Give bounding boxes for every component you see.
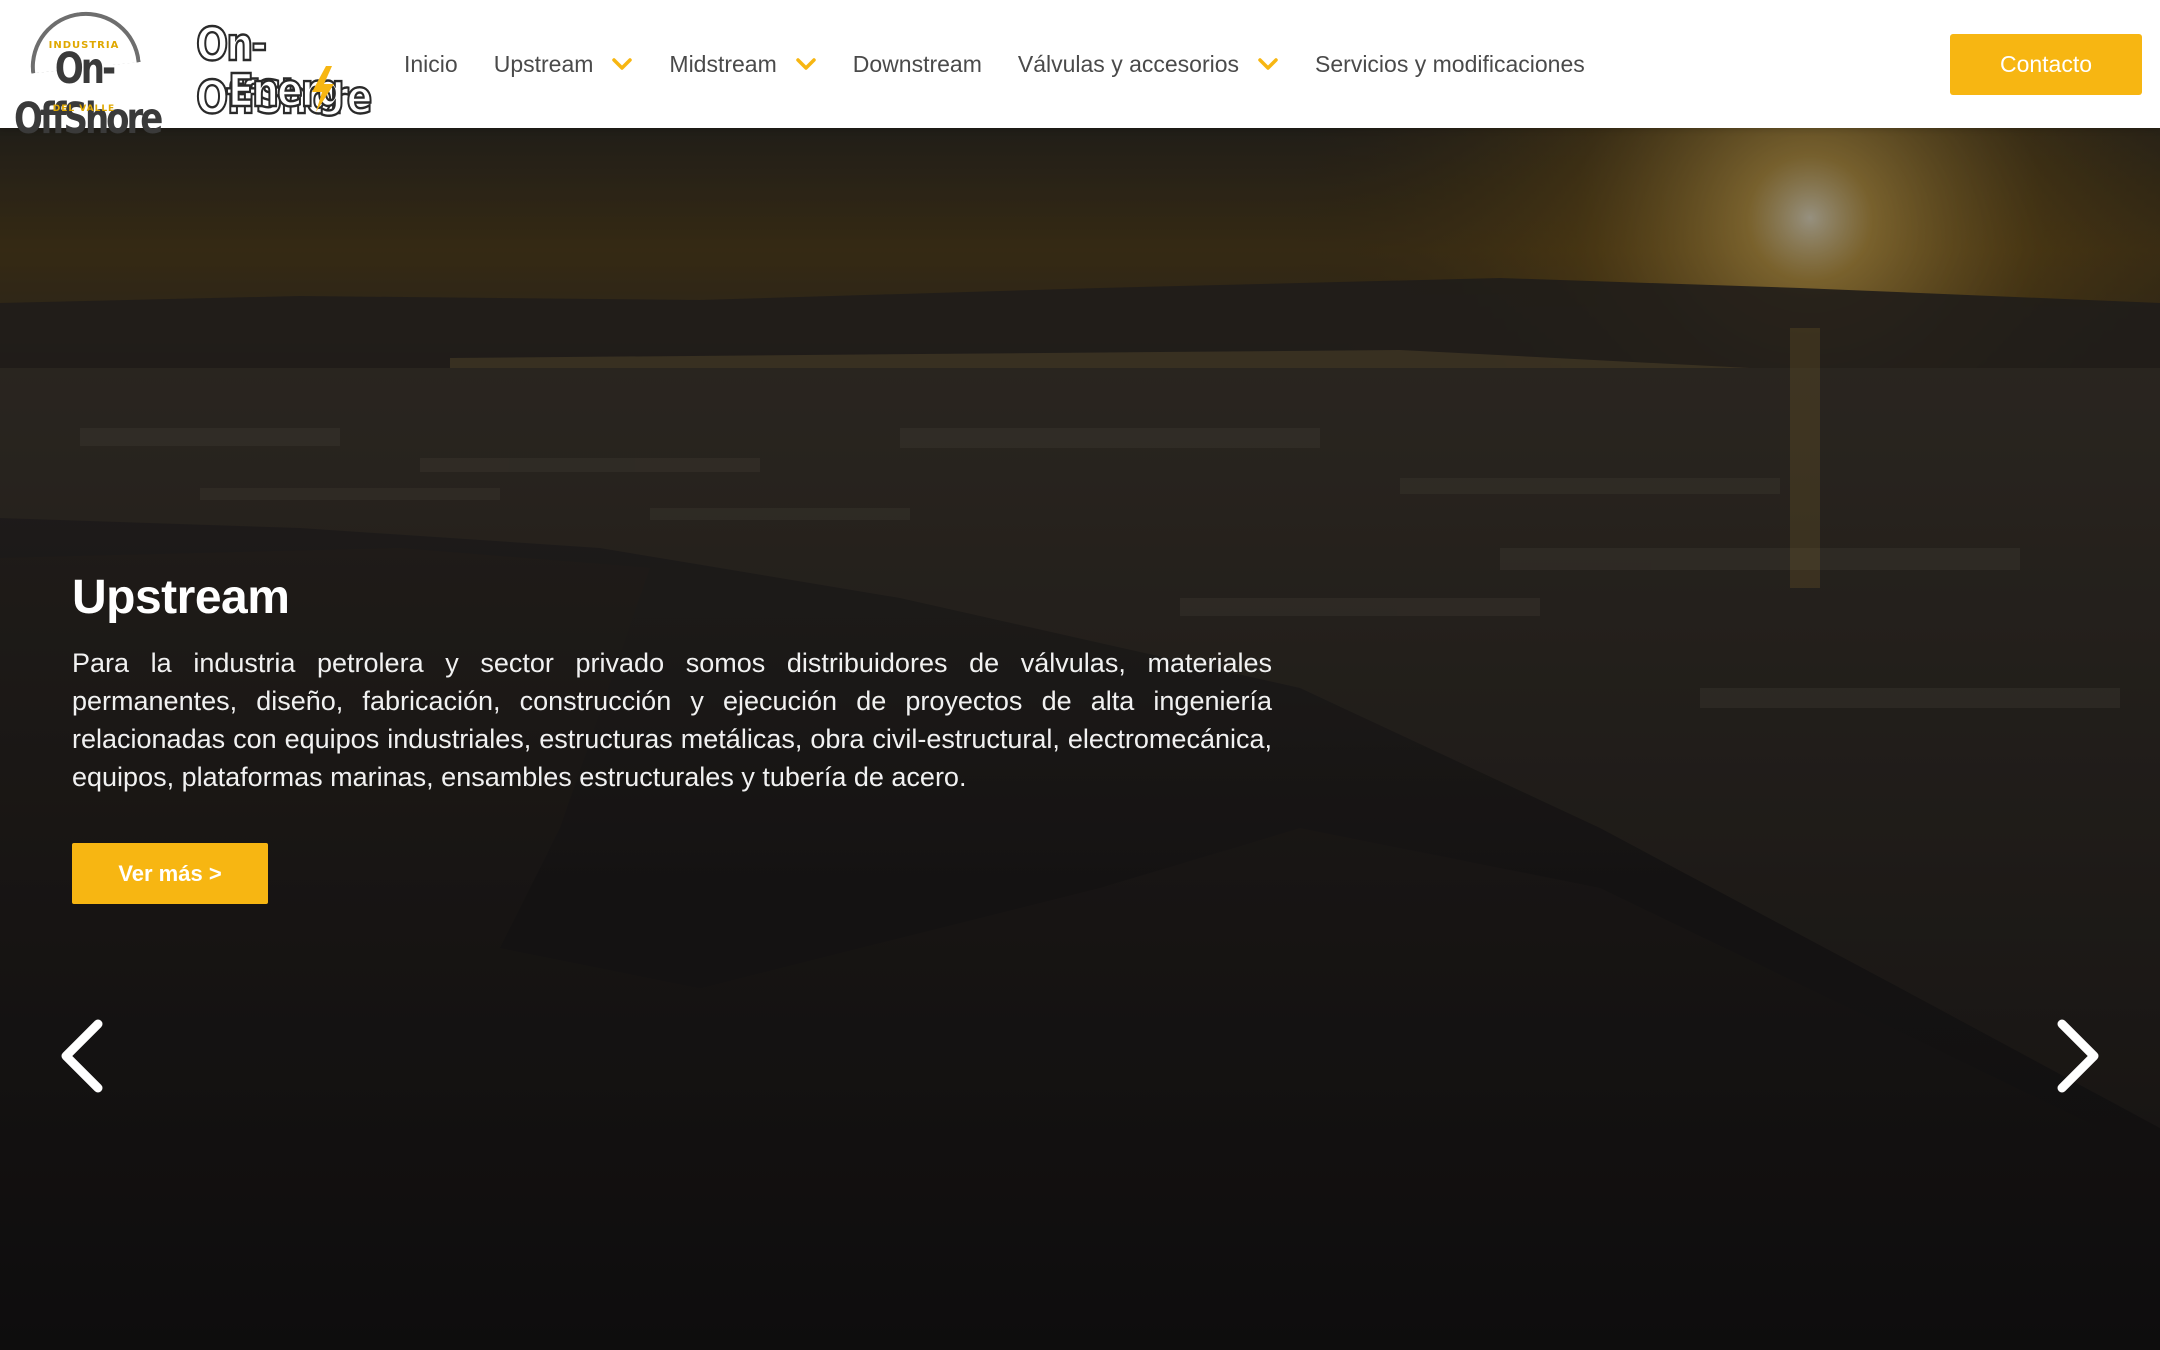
- hero-slider: Upstream Para la industria petrolera y s…: [0, 128, 2160, 1350]
- logo-bottom-text: DEL VALLE: [52, 104, 116, 114]
- chevron-down-icon[interactable]: [795, 57, 817, 71]
- lightning-bolt-icon: [312, 66, 334, 112]
- nav-item-label: Midstream: [669, 50, 777, 77]
- chevron-down-icon[interactable]: [611, 57, 633, 71]
- chevron-left-icon[interactable]: [54, 1016, 110, 1096]
- industria-onoffshore-logo[interactable]: INDUSTRIA On-OffShore DEL VALLE: [14, 6, 163, 144]
- nav-item-inicio[interactable]: Inicio: [404, 51, 458, 78]
- site-header: INDUSTRIA On-OffShore DEL VALLE On-OffSh…: [0, 0, 2160, 144]
- nav-item-upstream[interactable]: Upstream: [494, 51, 634, 78]
- chevron-right-icon[interactable]: [2050, 1016, 2106, 1096]
- contact-button[interactable]: Contacto: [1950, 34, 2142, 95]
- nav-item-label: Válvulas y accesorios: [1017, 50, 1240, 77]
- nav-item-downstream[interactable]: Downstream: [853, 51, 982, 78]
- nav-item-valvulas[interactable]: Válvulas y accesorios: [1018, 51, 1279, 78]
- main-nav: Inicio Upstream Midstream Downstream Vál…: [404, 0, 1621, 128]
- hero-description: Para la industria petrolera y sector pri…: [72, 648, 1272, 792]
- nav-item-label: Upstream: [493, 50, 594, 77]
- nav-item-label: Downstream: [852, 50, 982, 77]
- nav-item-label: Inicio: [404, 50, 458, 77]
- nav-item-midstream[interactable]: Midstream: [669, 51, 816, 78]
- chevron-down-icon[interactable]: [1257, 57, 1279, 71]
- onoffshore-energy-logo[interactable]: On-OffShore Energ: [194, 16, 373, 125]
- ver-mas-button[interactable]: Ver más >: [72, 843, 268, 904]
- nav-item-servicios[interactable]: Servicios y modificaciones: [1315, 51, 1585, 78]
- logo-main-text: On-OffShore: [14, 44, 163, 144]
- nav-item-label: Servicios y modificaciones: [1315, 50, 1585, 77]
- hero-title: Upstream: [72, 571, 290, 624]
